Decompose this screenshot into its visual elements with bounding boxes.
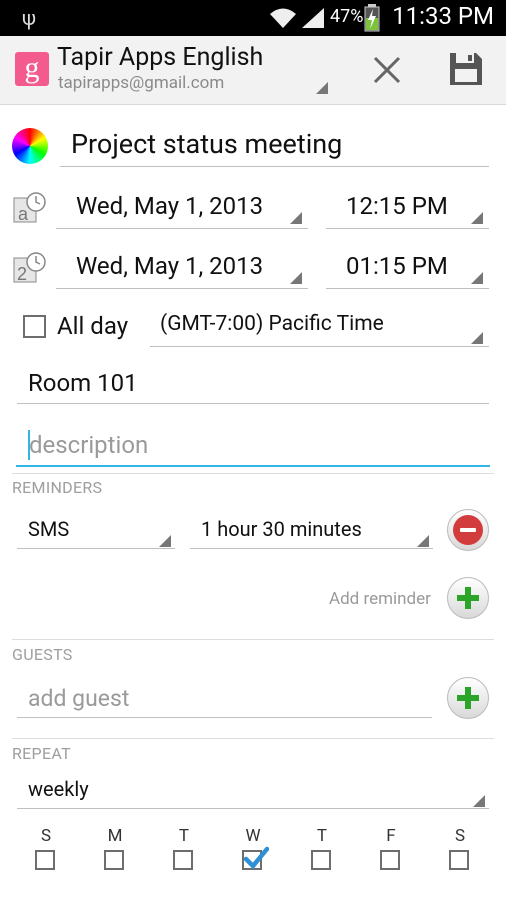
day-checkbox-tue[interactable] — [173, 850, 193, 870]
guests-header: GUESTS — [12, 645, 73, 664]
add-guest-button[interactable] — [447, 677, 489, 719]
dropdown-arrow-icon — [290, 272, 302, 284]
dropdown-arrow-icon — [471, 272, 483, 284]
signal-icon — [302, 8, 324, 28]
day-label-fri: F — [386, 826, 396, 846]
end-date: Wed, May 1, 2013 — [76, 252, 264, 280]
reminders-header: REMINDERS — [12, 478, 103, 497]
day-checkbox-thu[interactable] — [311, 850, 331, 870]
dropdown-arrow-icon — [471, 332, 483, 344]
minus-icon — [453, 515, 483, 545]
divider — [12, 639, 494, 640]
day-checkbox-mon[interactable] — [104, 850, 124, 870]
all-day-label: All day — [57, 312, 129, 340]
account-spinner[interactable]: Tapir Apps English tapirapps@gmail.com — [0, 36, 340, 104]
day-checkbox-sun[interactable] — [35, 850, 55, 870]
description-underline-focused — [16, 465, 490, 467]
divider — [12, 473, 494, 474]
timezone: (GMT-7:00) Pacific Time — [160, 312, 384, 336]
end-time-icon: 2 — [13, 252, 46, 284]
reminder-method: SMS — [28, 517, 70, 541]
event-title-input[interactable]: Project status meeting — [71, 128, 342, 160]
battery-charging-icon — [364, 4, 380, 32]
end-time: 01:15 PM — [346, 252, 448, 280]
dropdown-arrow-icon — [316, 82, 328, 94]
plus-icon — [457, 587, 479, 609]
timezone-spinner[interactable]: (GMT-7:00) Pacific Time — [150, 308, 489, 348]
dropdown-arrow-icon — [290, 212, 302, 224]
dropdown-arrow-icon — [159, 535, 171, 547]
dropdown-arrow-icon — [473, 795, 485, 807]
day-label-tue: T — [178, 826, 190, 846]
day-checkbox-sat[interactable] — [449, 850, 469, 870]
usb-icon: ψ — [22, 6, 37, 30]
day-label-sat: S — [454, 826, 466, 846]
status-bar: ψ 47% 11:33 PM — [0, 0, 506, 36]
clock: 11:33 PM — [392, 2, 494, 30]
start-time-icon: a — [13, 192, 46, 224]
plus-icon — [457, 687, 479, 709]
svg-text:a: a — [18, 204, 29, 224]
all-day-checkbox[interactable] — [23, 315, 46, 338]
repeat-header: REPEAT — [12, 744, 71, 763]
day-label-mon: M — [107, 826, 123, 846]
location-underline — [17, 403, 489, 404]
start-time-spinner[interactable]: 12:15 PM — [326, 188, 489, 230]
end-time-spinner[interactable]: 01:15 PM — [326, 248, 489, 290]
end-date-spinner[interactable]: Wed, May 1, 2013 — [56, 248, 308, 290]
add-guest-input[interactable]: add guest — [28, 685, 129, 712]
repeat-spinner[interactable]: weekly — [17, 770, 489, 810]
guest-underline — [17, 717, 432, 718]
description-input[interactable]: description — [29, 431, 148, 459]
day-checkbox-wed[interactable] — [242, 846, 269, 870]
start-date-spinner[interactable]: Wed, May 1, 2013 — [56, 188, 308, 230]
dropdown-arrow-icon — [417, 535, 429, 547]
day-label-wed: W — [245, 826, 261, 846]
save-icon[interactable] — [448, 51, 484, 87]
location-input[interactable]: Room 101 — [28, 369, 138, 397]
start-time: 12:15 PM — [346, 192, 448, 220]
wifi-icon — [270, 8, 296, 28]
repeat-value: weekly — [28, 777, 89, 801]
battery-percent: 47% — [330, 6, 364, 27]
account-email: tapirapps@gmail.com — [58, 73, 225, 93]
title-underline — [60, 166, 489, 167]
divider — [12, 738, 494, 739]
add-reminder-label[interactable]: Add reminder — [329, 589, 431, 609]
action-bar: g Tapir Apps English tapirapps@gmail.com — [0, 36, 506, 105]
day-label-sun: S — [40, 826, 52, 846]
reminder-method-spinner[interactable]: SMS — [17, 510, 175, 550]
checkmark-icon — [243, 846, 269, 870]
event-color-picker[interactable] — [12, 128, 48, 164]
dropdown-arrow-icon — [471, 212, 483, 224]
reminder-time: 1 hour 30 minutes — [201, 517, 362, 541]
close-icon[interactable] — [370, 53, 404, 87]
start-date: Wed, May 1, 2013 — [76, 192, 264, 220]
add-reminder-button[interactable] — [447, 577, 489, 619]
svg-text:2: 2 — [17, 264, 27, 284]
remove-reminder-button[interactable] — [447, 509, 489, 551]
day-checkbox-fri[interactable] — [380, 850, 400, 870]
day-label-thu: T — [316, 826, 328, 846]
reminder-time-spinner[interactable]: 1 hour 30 minutes — [190, 510, 433, 550]
account-name: Tapir Apps English — [57, 43, 264, 72]
